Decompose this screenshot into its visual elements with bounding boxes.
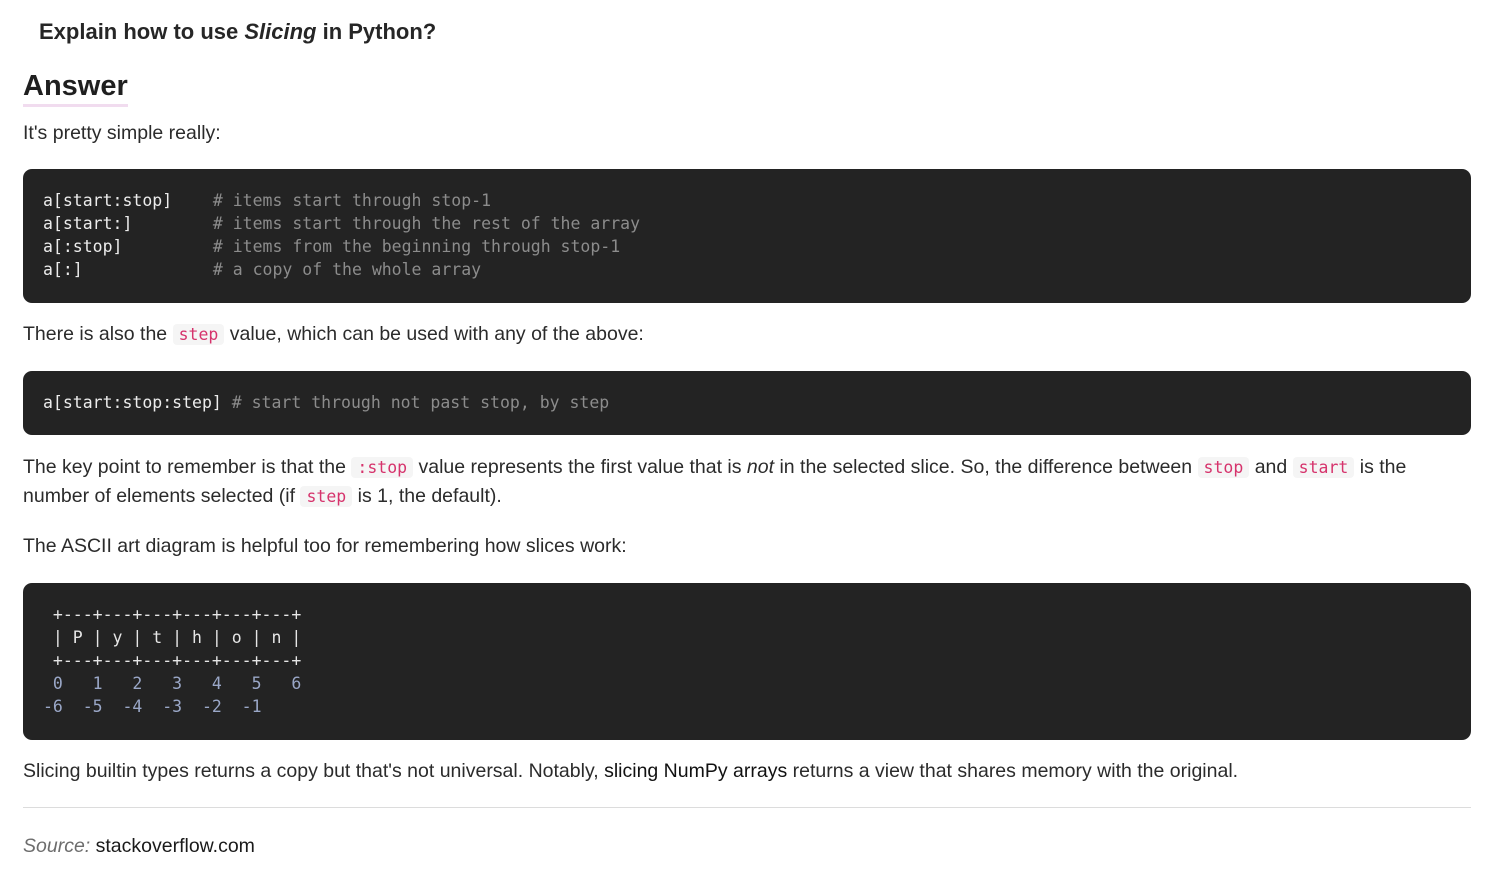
question-title: Explain how to use Slicing in Python?	[39, 17, 436, 47]
source-value: stackoverflow.com	[95, 835, 255, 857]
emphasis-not: not	[746, 456, 775, 478]
step-paragraph: There is also the step value, which can …	[23, 320, 1463, 349]
final-text-after: returns a view that shares memory with t…	[787, 760, 1239, 782]
key-text: is 1, the default).	[352, 485, 502, 507]
key-point-paragraph: The key point to remember is that the :s…	[23, 453, 1463, 511]
code-line: a[start:stop] # items start through stop…	[43, 189, 1471, 212]
code-line: a[:stop] # items from the beginning thro…	[43, 235, 1471, 258]
code-comment: # start through not past stop, by step	[231, 393, 610, 412]
ascii-border-line: +---+---+---+---+---+---+	[43, 605, 302, 624]
code-line: a[start:stop:step] # start through not p…	[43, 391, 1471, 414]
inline-code-stop: :stop	[351, 457, 414, 478]
ascii-positive-indices: 0 1 2 3 4 5 6	[43, 674, 302, 693]
code-expression: a[:stop]	[43, 237, 123, 256]
code-comment: # items start through stop-1	[212, 191, 492, 210]
step-text-before: There is also the	[23, 323, 173, 345]
inline-code-step: step	[300, 486, 353, 507]
inline-code-step: step	[172, 324, 225, 345]
code-line: a[start:] # items start through the rest…	[43, 212, 1471, 235]
intro-paragraph: It's pretty simple really:	[23, 122, 221, 144]
code-expression: a[start:stop]	[43, 191, 173, 210]
question-suffix: in Python?	[316, 19, 437, 44]
ascii-intro-paragraph: The ASCII art diagram is helpful too for…	[23, 535, 627, 557]
question-prefix: Explain how to use	[39, 19, 245, 44]
final-paragraph: Slicing builtin types returns a copy but…	[23, 757, 1463, 786]
code-comment: # a copy of the whole array	[212, 260, 482, 279]
ascii-letters-line: | P | y | t | h | o | n |	[43, 628, 302, 647]
key-text: and	[1249, 456, 1293, 478]
code-expression: a[start:stop:step]	[43, 393, 222, 412]
ascii-border-line: +---+---+---+---+---+---+	[43, 651, 302, 670]
divider	[23, 807, 1471, 808]
code-expression: a[start:]	[43, 214, 133, 233]
source-label: Source:	[23, 835, 91, 857]
ascii-negative-indices: -6 -5 -4 -3 -2 -1	[43, 697, 262, 716]
ascii-art-code-block: +---+---+---+---+---+---+ | P | y | t | …	[23, 583, 1471, 740]
key-text: in the selected slice. So, the differenc…	[774, 456, 1198, 478]
code-expression: a[:]	[43, 260, 83, 279]
answer-page: Explain how to use Slicing in Python? An…	[0, 0, 1502, 882]
code-comment: # items start through the rest of the ar…	[212, 214, 641, 233]
slice-syntax-code-block: a[start:stop] # items start through stop…	[23, 169, 1471, 303]
key-text: value represents the first value that is	[413, 456, 747, 478]
code-comment: # items from the beginning through stop-…	[212, 237, 621, 256]
answer-heading: Answer	[23, 68, 128, 107]
numpy-slicing-link[interactable]: slicing NumPy arrays	[604, 760, 787, 782]
question-emphasis: Slicing	[244, 19, 317, 44]
source-line: Source: stackoverflow.com	[23, 832, 255, 860]
step-text-after: value, which can be used with any of the…	[224, 323, 644, 345]
key-text: The key point to remember is that the	[23, 456, 352, 478]
step-syntax-code-block: a[start:stop:step] # start through not p…	[23, 371, 1471, 435]
code-line: a[:] # a copy of the whole array	[43, 258, 1471, 281]
inline-code-start: start	[1292, 457, 1355, 478]
final-text-before: Slicing builtin types returns a copy but…	[23, 760, 605, 782]
inline-code-stop: stop	[1197, 457, 1250, 478]
